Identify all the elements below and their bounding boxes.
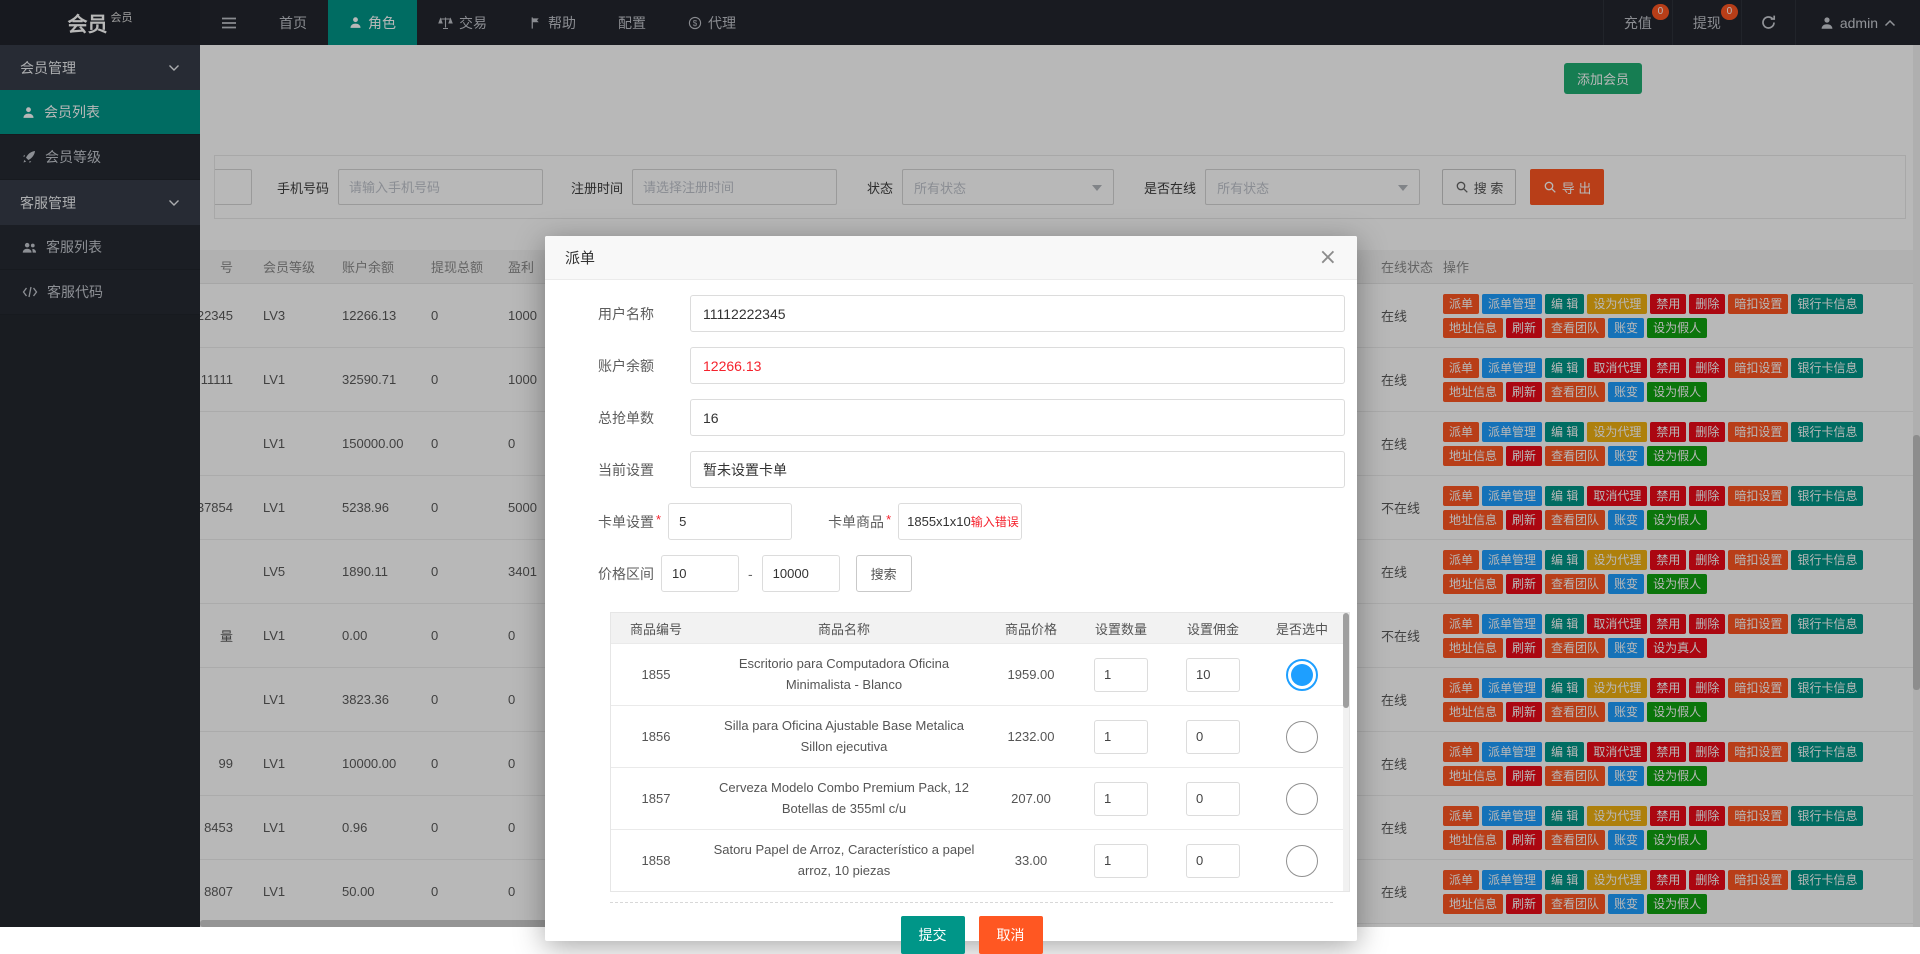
product-search-button[interactable]: 搜索 xyxy=(856,555,912,592)
product-row: 1857Cerveza Modelo Combo Premium Pack, 1… xyxy=(611,767,1349,829)
price-range-separator: - xyxy=(748,566,753,582)
select-radio[interactable] xyxy=(1286,721,1318,753)
product-header-cell: 设置数量 xyxy=(1075,619,1167,638)
price-range-label: 价格区间 xyxy=(598,564,654,584)
product-price: 207.00 xyxy=(987,791,1075,806)
qty-input[interactable] xyxy=(1094,782,1148,816)
required-star: * xyxy=(886,512,891,527)
balance-field[interactable] xyxy=(690,347,1345,384)
modal-footer: 提交 取消 xyxy=(610,902,1333,954)
price-max-field[interactable] xyxy=(762,555,840,592)
total-orders-field[interactable] xyxy=(690,399,1345,436)
product-id: 1856 xyxy=(611,729,701,744)
cancel-button[interactable]: 取消 xyxy=(979,916,1043,954)
qty-input[interactable] xyxy=(1094,844,1148,878)
card-product-error: 输入错误 xyxy=(971,513,1019,530)
commission-input[interactable] xyxy=(1186,720,1240,754)
total-orders-field-label: 总抢单数 xyxy=(598,408,655,428)
dispatch-modal: 派单 × 用户名称 账户余额 总抢单数 当前设置 卡单设置* 卡单商品* 185… xyxy=(545,236,1357,941)
product-header-cell: 商品编号 xyxy=(611,619,701,638)
product-name: Satoru Papel de Arroz, Característico a … xyxy=(701,840,987,880)
select-radio[interactable] xyxy=(1286,659,1318,691)
product-header-cell: 商品价格 xyxy=(987,619,1075,638)
product-id: 1857 xyxy=(611,791,701,806)
product-scrollbar-thumb[interactable] xyxy=(1343,613,1349,708)
card-product-field[interactable]: 1855x1x10 输入错误 xyxy=(898,503,1022,540)
modal-title: 派单 xyxy=(565,247,595,268)
product-row: 1855Escritorio para Computadora Oficina … xyxy=(611,643,1349,705)
card-setting-field-label: 卡单设置* xyxy=(598,512,661,532)
qty-input[interactable] xyxy=(1094,658,1148,692)
select-radio[interactable] xyxy=(1286,845,1318,877)
product-id: 1858 xyxy=(611,853,701,868)
submit-button[interactable]: 提交 xyxy=(901,916,965,954)
card-product-field-label: 卡单商品* xyxy=(828,512,891,532)
product-table-header: 商品编号商品名称商品价格设置数量设置佣金是否选中 xyxy=(611,613,1349,643)
product-row: 1856Silla para Oficina Ajustable Base Me… xyxy=(611,705,1349,767)
card-product-value: 1855x1x10 xyxy=(907,514,971,529)
card-setting-field[interactable] xyxy=(668,503,792,540)
product-price: 33.00 xyxy=(987,853,1075,868)
product-header-cell: 设置佣金 xyxy=(1167,619,1259,638)
product-id: 1855 xyxy=(611,667,701,682)
product-header-cell: 商品名称 xyxy=(701,619,987,638)
product-name: Silla para Oficina Ajustable Base Metali… xyxy=(701,716,987,756)
price-min-field[interactable] xyxy=(661,555,739,592)
product-price: 1232.00 xyxy=(987,729,1075,744)
close-icon[interactable]: × xyxy=(1319,247,1337,269)
product-table: 商品编号商品名称商品价格设置数量设置佣金是否选中 1855Escritorio … xyxy=(610,612,1350,892)
product-name: Cerveza Modelo Combo Premium Pack, 12 Bo… xyxy=(701,778,987,818)
current-setting-field[interactable] xyxy=(690,451,1345,488)
product-header-cell: 是否选中 xyxy=(1259,619,1345,638)
product-row: 1858Satoru Papel de Arroz, Característic… xyxy=(611,829,1349,891)
username-field[interactable] xyxy=(690,295,1345,332)
product-name: Escritorio para Computadora Oficina Mini… xyxy=(701,654,987,694)
commission-input[interactable] xyxy=(1186,782,1240,816)
commission-input[interactable] xyxy=(1186,844,1240,878)
username-field-label: 用户名称 xyxy=(598,304,655,324)
current-setting-field-label: 当前设置 xyxy=(598,460,655,480)
commission-input[interactable] xyxy=(1186,658,1240,692)
product-price: 1959.00 xyxy=(987,667,1075,682)
modal-body: 用户名称 账户余额 总抢单数 当前设置 卡单设置* 卡单商品* 1855x1x1… xyxy=(545,280,1357,954)
qty-input[interactable] xyxy=(1094,720,1148,754)
balance-field-label: 账户余额 xyxy=(598,356,655,376)
select-radio[interactable] xyxy=(1286,783,1318,815)
product-table-scrollbar[interactable] xyxy=(1343,613,1349,891)
modal-header: 派单 × xyxy=(545,236,1357,280)
required-star: * xyxy=(656,512,661,527)
